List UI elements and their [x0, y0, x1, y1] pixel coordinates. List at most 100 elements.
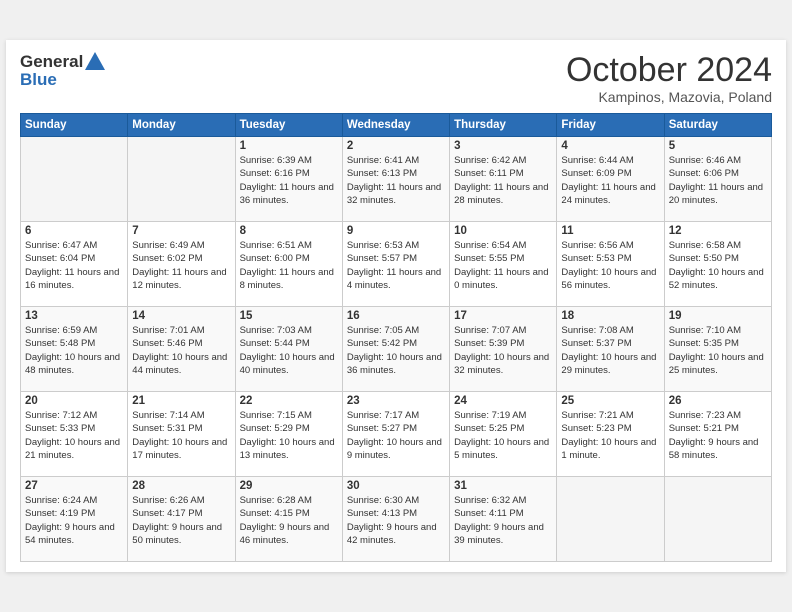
day-number: 13: [25, 310, 123, 322]
day-cell: 8 Sunrise: 6:51 AMSunset: 6:00 PMDaylight…: [235, 222, 342, 307]
day-cell: 13 Sunrise: 6:59 AMSunset: 5:48 PMDayligh…: [21, 307, 128, 392]
day-info: Sunrise: 6:42 AMSunset: 6:11 PMDaylight:…: [454, 154, 552, 207]
weekday-header-row: SundayMondayTuesdayWednesdayThursdayFrid…: [21, 114, 772, 137]
day-info: Sunrise: 6:51 AMSunset: 6:00 PMDaylight:…: [240, 239, 338, 292]
day-cell: 14 Sunrise: 7:01 AMSunset: 5:46 PMDayligh…: [128, 307, 235, 392]
day-cell: 30 Sunrise: 6:30 AMSunset: 4:13 PMDayligh…: [342, 477, 449, 562]
title-block: October 2024 Kampinos, Mazovia, Poland: [566, 52, 772, 105]
day-cell: 11Sunrise: 6:56 AMSunset: 5:53 PMDayligh…: [557, 222, 664, 307]
day-number: 2: [347, 140, 445, 152]
day-info: Sunrise: 7:23 AMSunset: 5:21 PMDaylight:…: [669, 409, 767, 462]
day-number: 9: [347, 225, 445, 237]
day-number: 31: [454, 480, 552, 492]
day-number: 14: [132, 310, 230, 322]
week-row-2: 6Sunrise: 6:47 AMSunset: 6:04 PMDaylight…: [21, 222, 772, 307]
day-cell: 2 Sunrise: 6:41 AMSunset: 6:13 PMDaylight…: [342, 137, 449, 222]
calendar-table: SundayMondayTuesdayWednesdayThursdayFrid…: [20, 113, 772, 562]
day-info: Sunrise: 7:03 AMSunset: 5:44 PMDaylight:…: [240, 324, 338, 377]
day-number: 21: [132, 395, 230, 407]
day-info: Sunrise: 7:14 AMSunset: 5:31 PMDaylight:…: [132, 409, 230, 462]
day-cell: [21, 137, 128, 222]
day-number: 17: [454, 310, 552, 322]
day-info: Sunrise: 6:39 AMSunset: 6:16 PMDaylight:…: [240, 154, 338, 207]
day-cell: 24 Sunrise: 7:19 AMSunset: 5:25 PMDayligh…: [450, 392, 557, 477]
day-info: Sunrise: 6:24 AMSunset: 4:19 PMDaylight:…: [25, 494, 123, 547]
day-cell: 6Sunrise: 6:47 AMSunset: 6:04 PMDaylight…: [21, 222, 128, 307]
day-cell: 7 Sunrise: 6:49 AMSunset: 6:02 PMDaylight…: [128, 222, 235, 307]
day-number: 18: [561, 310, 659, 322]
day-number: 25: [561, 395, 659, 407]
week-row-1: 1Sunrise: 6:39 AMSunset: 6:16 PMDaylight…: [21, 137, 772, 222]
day-number: 30: [347, 480, 445, 492]
logo-blue-text: Blue: [20, 70, 105, 90]
day-info: Sunrise: 7:12 AMSunset: 5:33 PMDaylight:…: [25, 409, 123, 462]
day-info: Sunrise: 7:15 AMSunset: 5:29 PMDaylight:…: [240, 409, 338, 462]
day-number: 5: [669, 140, 767, 152]
day-info: Sunrise: 6:59 AMSunset: 5:48 PMDaylight:…: [25, 324, 123, 377]
day-cell: 12Sunrise: 6:58 AMSunset: 5:50 PMDayligh…: [664, 222, 771, 307]
weekday-header-sunday: Sunday: [21, 114, 128, 137]
day-info: Sunrise: 6:56 AMSunset: 5:53 PMDaylight:…: [561, 239, 659, 292]
day-cell: 16 Sunrise: 7:05 AMSunset: 5:42 PMDayligh…: [342, 307, 449, 392]
day-number: 16: [347, 310, 445, 322]
day-number: 23: [347, 395, 445, 407]
day-cell: 22 Sunrise: 7:15 AMSunset: 5:29 PMDayligh…: [235, 392, 342, 477]
day-cell: 20 Sunrise: 7:12 AMSunset: 5:33 PMDayligh…: [21, 392, 128, 477]
day-number: 20: [25, 395, 123, 407]
week-row-3: 13 Sunrise: 6:59 AMSunset: 5:48 PMDayligh…: [21, 307, 772, 392]
day-info: Sunrise: 7:19 AMSunset: 5:25 PMDaylight:…: [454, 409, 552, 462]
day-info: Sunrise: 6:53 AMSunset: 5:57 PMDaylight:…: [347, 239, 445, 292]
day-number: 7: [132, 225, 230, 237]
day-cell: 1Sunrise: 6:39 AMSunset: 6:16 PMDaylight…: [235, 137, 342, 222]
day-number: 10: [454, 225, 552, 237]
day-cell: 31 Sunrise: 6:32 AMSunset: 4:11 PMDayligh…: [450, 477, 557, 562]
day-cell: 28Sunrise: 6:26 AMSunset: 4:17 PMDayligh…: [128, 477, 235, 562]
day-number: 22: [240, 395, 338, 407]
weekday-header-thursday: Thursday: [450, 114, 557, 137]
weekday-header-tuesday: Tuesday: [235, 114, 342, 137]
weekday-header-wednesday: Wednesday: [342, 114, 449, 137]
location: Kampinos, Mazovia, Poland: [566, 89, 772, 105]
day-info: Sunrise: 6:26 AMSunset: 4:17 PMDaylight:…: [132, 494, 230, 547]
day-info: Sunrise: 6:44 AMSunset: 6:09 PMDaylight:…: [561, 154, 659, 207]
day-info: Sunrise: 7:05 AMSunset: 5:42 PMDaylight:…: [347, 324, 445, 377]
day-info: Sunrise: 6:49 AMSunset: 6:02 PMDaylight:…: [132, 239, 230, 292]
day-cell: 21 Sunrise: 7:14 AMSunset: 5:31 PMDayligh…: [128, 392, 235, 477]
day-info: Sunrise: 6:46 AMSunset: 6:06 PMDaylight:…: [669, 154, 767, 207]
day-info: Sunrise: 6:41 AMSunset: 6:13 PMDaylight:…: [347, 154, 445, 207]
day-cell: 19 Sunrise: 7:10 AMSunset: 5:35 PMDayligh…: [664, 307, 771, 392]
day-cell: 9 Sunrise: 6:53 AMSunset: 5:57 PMDaylight…: [342, 222, 449, 307]
day-info: Sunrise: 6:32 AMSunset: 4:11 PMDaylight:…: [454, 494, 552, 547]
day-cell: 26 Sunrise: 7:23 AMSunset: 5:21 PMDayligh…: [664, 392, 771, 477]
day-cell: 27Sunrise: 6:24 AMSunset: 4:19 PMDayligh…: [21, 477, 128, 562]
day-number: 12: [669, 225, 767, 237]
month-title: October 2024: [566, 52, 772, 89]
day-number: 24: [454, 395, 552, 407]
day-info: Sunrise: 6:28 AMSunset: 4:15 PMDaylight:…: [240, 494, 338, 547]
logo: General Blue: [20, 52, 105, 90]
day-cell: [664, 477, 771, 562]
day-cell: 15Sunrise: 7:03 AMSunset: 5:44 PMDayligh…: [235, 307, 342, 392]
logo-general-text: General: [20, 52, 83, 72]
weekday-header-monday: Monday: [128, 114, 235, 137]
day-number: 29: [240, 480, 338, 492]
week-row-4: 20 Sunrise: 7:12 AMSunset: 5:33 PMDayligh…: [21, 392, 772, 477]
day-cell: 17Sunrise: 7:07 AMSunset: 5:39 PMDayligh…: [450, 307, 557, 392]
day-number: 8: [240, 225, 338, 237]
day-info: Sunrise: 6:47 AMSunset: 6:04 PMDaylight:…: [25, 239, 123, 292]
day-cell: [128, 137, 235, 222]
day-cell: 5 Sunrise: 6:46 AMSunset: 6:06 PMDaylight…: [664, 137, 771, 222]
calendar-container: General Blue October 2024 Kampinos, Mazo…: [6, 40, 786, 572]
weekday-header-friday: Friday: [557, 114, 664, 137]
day-cell: [557, 477, 664, 562]
day-info: Sunrise: 7:21 AMSunset: 5:23 PMDaylight:…: [561, 409, 659, 462]
day-cell: 18Sunrise: 7:08 AMSunset: 5:37 PMDayligh…: [557, 307, 664, 392]
day-info: Sunrise: 6:30 AMSunset: 4:13 PMDaylight:…: [347, 494, 445, 547]
day-info: Sunrise: 7:01 AMSunset: 5:46 PMDaylight:…: [132, 324, 230, 377]
weekday-header-saturday: Saturday: [664, 114, 771, 137]
day-info: Sunrise: 7:10 AMSunset: 5:35 PMDaylight:…: [669, 324, 767, 377]
day-number: 19: [669, 310, 767, 322]
week-row-5: 27Sunrise: 6:24 AMSunset: 4:19 PMDayligh…: [21, 477, 772, 562]
day-info: Sunrise: 6:54 AMSunset: 5:55 PMDaylight:…: [454, 239, 552, 292]
day-number: 26: [669, 395, 767, 407]
